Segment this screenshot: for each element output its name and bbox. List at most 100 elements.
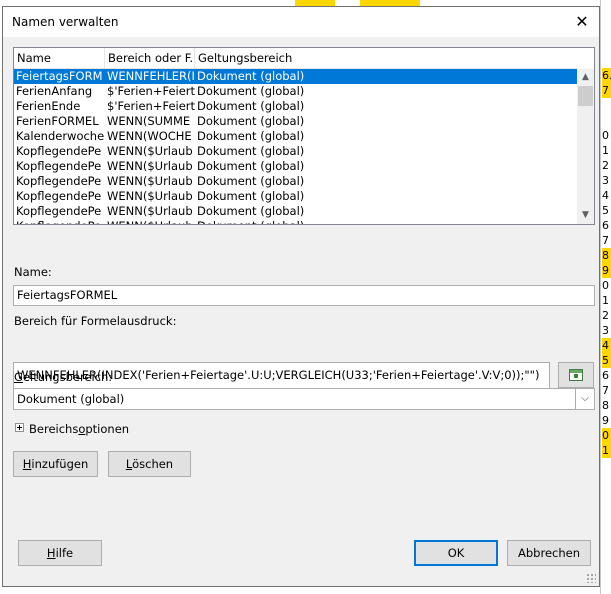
list-cell-range: WENN($Urlaub (107, 159, 193, 173)
list-cell-range: WENNFEHLER(I (107, 69, 195, 83)
list-cell-scope: Dokument (global) (197, 159, 305, 173)
spreadsheet-cell: 6. (602, 68, 611, 83)
range-options-text-a: Bereichs (29, 422, 79, 436)
resize-grip[interactable] (586, 573, 596, 583)
scope-label-accesskey: G (14, 370, 23, 384)
spreadsheet-cell: 3 (602, 174, 609, 187)
list-cell-scope: Dokument (global) (197, 69, 305, 83)
delete-button[interactable]: Löschen (108, 451, 191, 477)
list-cell-range: WENN($Urlaub (107, 189, 193, 203)
scope-select[interactable]: Dokument (global) ⌵ (13, 388, 595, 410)
list-row[interactable]: KopflegendePeWENN($UrlaubDokument (globa… (14, 204, 577, 219)
name-input[interactable]: FeiertagsFORMEL (13, 285, 595, 306)
list-cell-name: KopflegendePe (14, 219, 105, 224)
list-row[interactable]: FerienFORMEL WENN(SUMME Dokument (global) (14, 114, 577, 129)
spreadsheet-cell: 8 (602, 399, 609, 412)
list-cell-range: $'Ferien+Feierta (107, 84, 195, 98)
spreadsheet-cell: 2 (602, 309, 609, 322)
list-cell-scope: Dokument (global) (197, 204, 305, 218)
help-button[interactable]: Hilfe (18, 540, 102, 566)
list-cell-scope: Dokument (global) (197, 189, 305, 203)
shrink-button[interactable] (558, 362, 594, 388)
formula-label: Bereich für Formelausdruck: (14, 314, 177, 328)
list-cell-range: WENN(WOCHE (107, 129, 192, 143)
spreadsheet-cell: 5 (602, 204, 609, 217)
list-cell-scope: Dokument (global) (197, 144, 305, 158)
list-scrollbar[interactable]: ▲ ▼ (577, 69, 594, 224)
column-header-range[interactable]: Bereich oder F... (105, 48, 195, 68)
list-cell-scope: Dokument (global) (197, 99, 305, 113)
scroll-up-icon[interactable]: ▲ (577, 69, 594, 86)
spreadsheet-cell: 1 (602, 144, 609, 157)
list-cell-name: Kalenderwoche (16, 129, 105, 143)
spreadsheet-cell: 3 (602, 324, 609, 337)
list-cell-name: FerienFORMEL (16, 114, 99, 128)
list-cell-name: FerienEnde (16, 99, 81, 113)
list-cell-range: WENN(SUMME (107, 114, 191, 128)
list-cell-range: WENN($Urlaub (107, 174, 193, 188)
list-row[interactable]: KopflegendePe WENN($Urlaub Dokument (globa… (14, 144, 577, 159)
scroll-down-icon[interactable]: ▼ (577, 207, 594, 224)
spreadsheet-cell: 7 (602, 83, 611, 98)
list-cell-range: WENN($Urlaub (107, 204, 193, 218)
help-label: ilfe (55, 546, 74, 560)
list-row[interactable]: FeiertagsFORM WENNFEHLER(I Dokument (globa… (14, 69, 577, 84)
list-cell-name: FerienAnfang (16, 84, 93, 98)
list-row[interactable]: FerienAnfang $'Ferien+Feierta Dokument (gl… (14, 84, 577, 99)
list-cell-name: KopflegendePe (16, 189, 102, 203)
spreadsheet-cell: 0 (602, 428, 611, 443)
spreadsheet-cell: 5 (602, 353, 611, 368)
list-cell-name: KopflegendePe (16, 144, 102, 158)
names-list[interactable]: Name Bereich oder F... Geltungsbereich F… (13, 47, 595, 225)
add-button[interactable]: Hinzufügen (13, 451, 98, 477)
delete-label: öschen (132, 457, 174, 471)
list-row[interactable]: KopflegendePe WENN($Urlaub Dokument (globa… (14, 189, 577, 204)
list-cell-name: FeiertagsFORM (16, 69, 103, 83)
title-bar: Namen verwalten ✕ (3, 7, 599, 37)
shrink-icon (569, 369, 583, 381)
spreadsheet-cell: 4 (602, 189, 609, 202)
spreadsheet-cell: 6 (602, 219, 609, 232)
list-cell-scope: Dokument (global) (197, 84, 305, 98)
add-label: inzufügen (31, 457, 89, 471)
spreadsheet-cell: 7 (602, 234, 609, 247)
list-row[interactable]: KopflegendePe WENN($Urlaub Dokument (globa… (14, 159, 577, 174)
dialog-title: Namen verwalten (12, 15, 119, 29)
list-cell-scope: Dokument (global) (197, 129, 305, 143)
spreadsheet-cell (602, 113, 611, 128)
spreadsheet-cell: 9 (602, 414, 609, 427)
spreadsheet-cell (602, 98, 611, 113)
spreadsheet-cell: 6 (602, 369, 609, 382)
scope-select-value: Dokument (global) (17, 392, 125, 406)
list-cell-range: WENN($Urlaub (107, 144, 193, 158)
expand-icon[interactable] (15, 423, 24, 432)
spreadsheet-cell: 8 (602, 248, 611, 263)
scope-label: Geltungsbereich: (14, 370, 112, 384)
list-cell-scope: Dokument (global) (197, 174, 305, 188)
spreadsheet-cell: 4 (602, 338, 611, 353)
list-cell-scope: Dokument (global) (197, 114, 305, 128)
ok-button[interactable]: OK (414, 540, 498, 566)
range-options-text-b: ptionen (85, 422, 130, 436)
spreadsheet-cell: 7 (602, 384, 609, 397)
list-row[interactable]: KopflegendePeWENN($UrlaubDokument (globa… (14, 219, 577, 224)
list-cell-scope: Dokument (global) (195, 219, 577, 224)
scroll-thumb[interactable] (578, 86, 593, 106)
list-cell-name: KopflegendePe (16, 174, 102, 188)
spreadsheet-cell: 1 (602, 443, 611, 458)
list-row[interactable]: Kalenderwoche WENN(WOCHE Dokument (global) (14, 129, 577, 144)
chevron-down-icon[interactable]: ⌵ (575, 389, 594, 409)
list-row[interactable]: FerienEnde $'Ferien+Feierta Dokument (glob… (14, 99, 577, 114)
manage-names-dialog: Namen verwalten ✕ Name Bereich oder F...… (2, 6, 600, 587)
list-row[interactable]: KopflegendePe WENN($Urlaub Dokument (globa… (14, 174, 577, 189)
column-header-name[interactable]: Name (14, 48, 105, 68)
range-options-toggle[interactable]: Bereichsoptionen (29, 422, 129, 436)
cancel-button[interactable]: Abbrechen (507, 540, 591, 566)
spreadsheet-cell: 1 (602, 294, 609, 307)
list-cell-name: KopflegendePe (16, 159, 102, 173)
close-icon[interactable]: ✕ (565, 7, 599, 37)
column-header-scope[interactable]: Geltungsbereich (195, 48, 578, 68)
spreadsheet-cell: 0 (602, 279, 609, 292)
spreadsheet-cell: 9 (602, 263, 611, 278)
list-cell-range: $'Ferien+Feierta (107, 99, 195, 113)
